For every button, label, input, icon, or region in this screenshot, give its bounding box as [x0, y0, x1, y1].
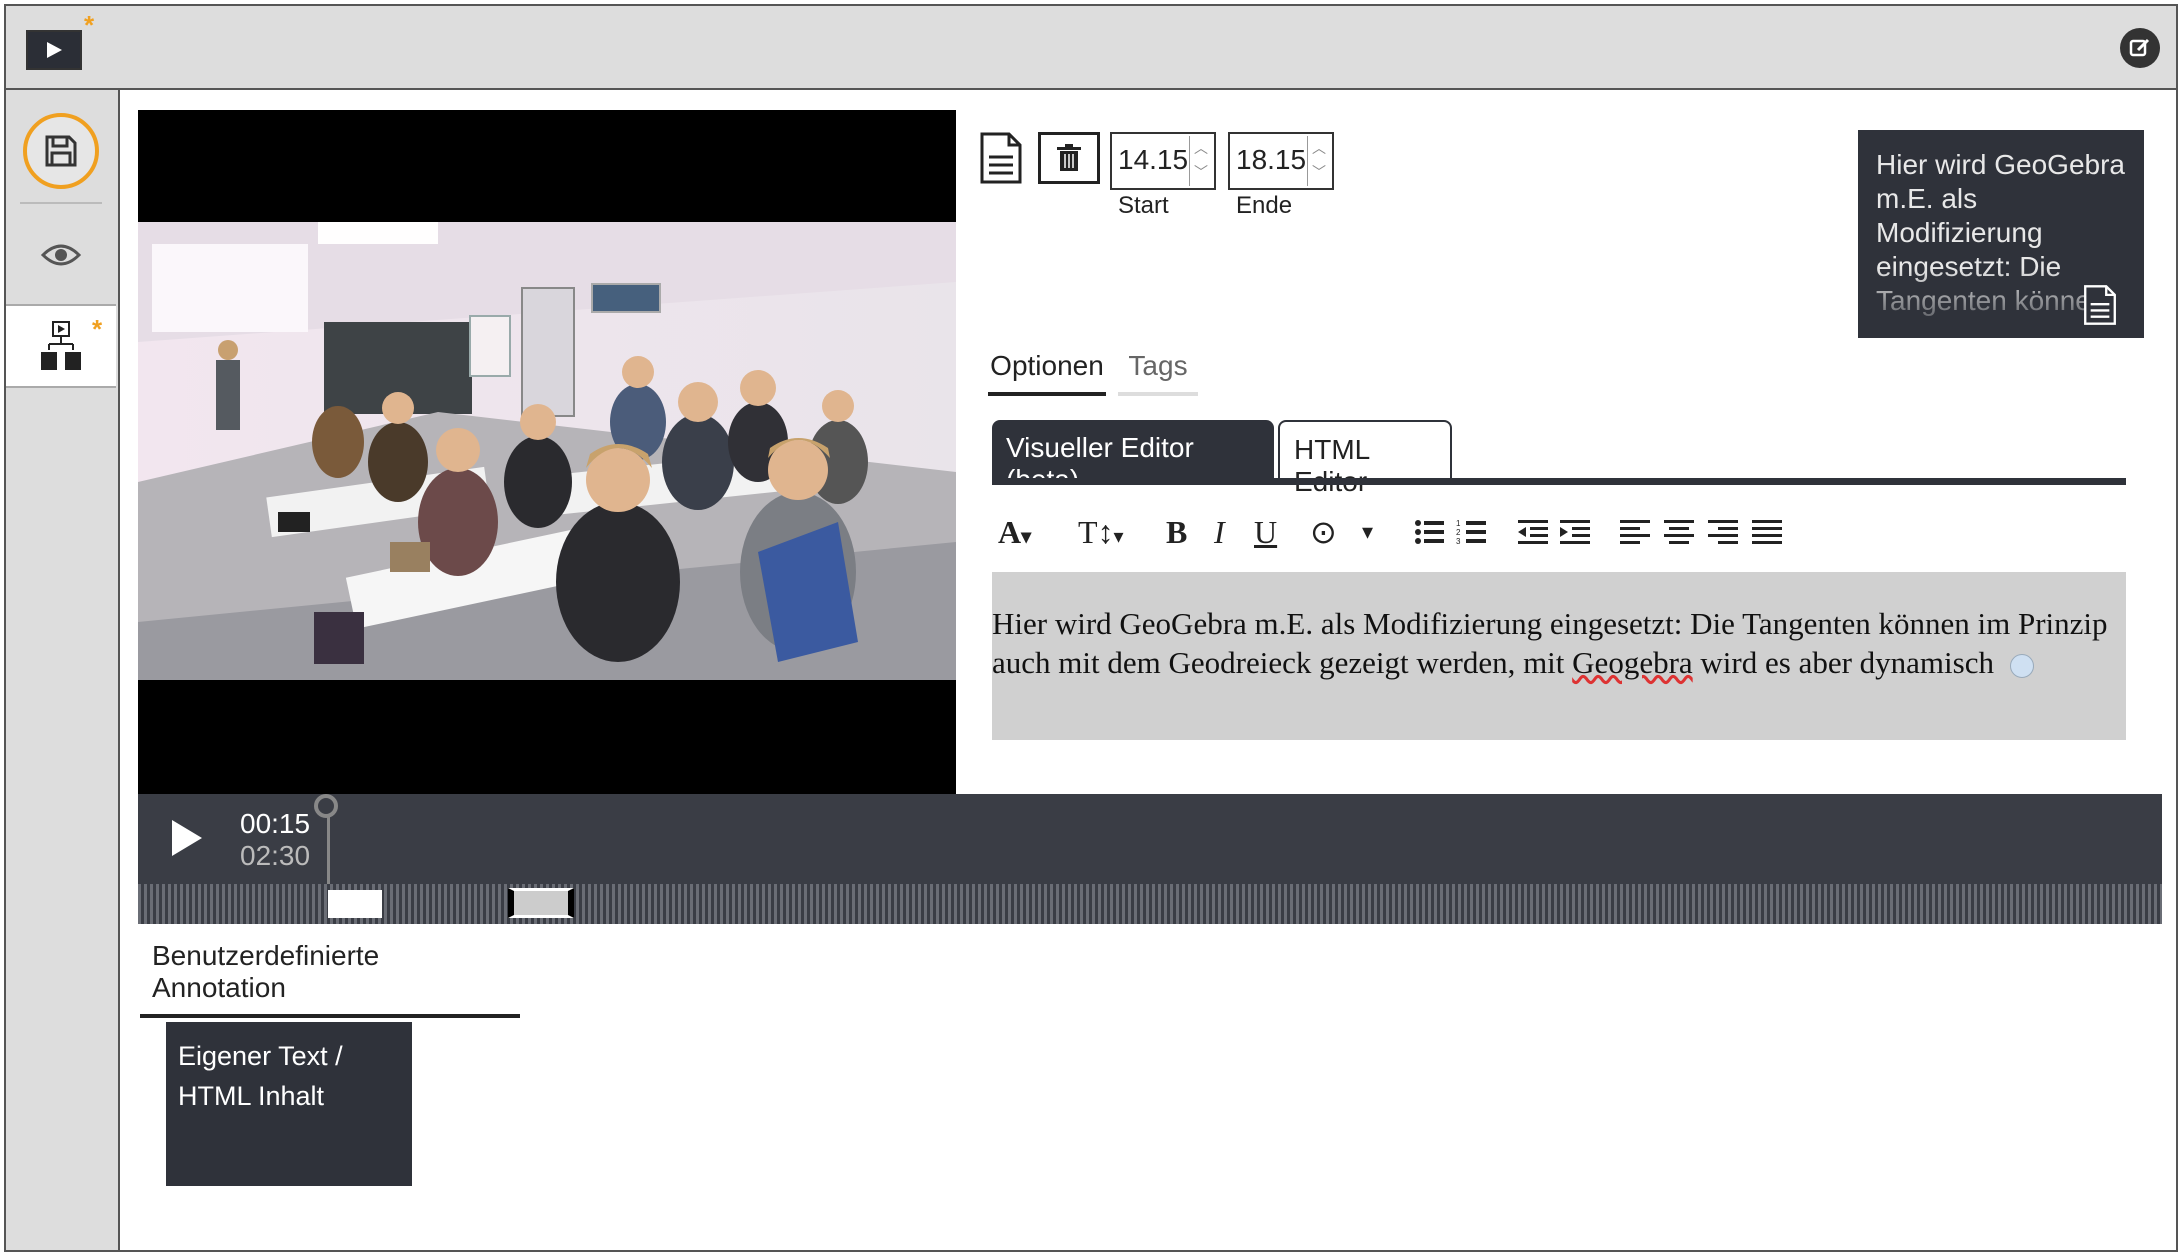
- play-icon[interactable]: [26, 30, 82, 70]
- playhead-handle[interactable]: [314, 794, 338, 818]
- chevron-down-icon: ▾: [1021, 526, 1032, 548]
- color-dropdown-button[interactable]: ▾: [1362, 512, 1373, 552]
- italic-icon: I: [1214, 514, 1225, 550]
- annotation-card-line2: HTML Inhalt: [178, 1081, 325, 1111]
- color-icon: ⊙: [1310, 514, 1337, 550]
- tab-visual-editor-label: Visueller Editor (beta): [1006, 432, 1194, 495]
- font-icon: A: [998, 514, 1022, 550]
- bold-button[interactable]: B: [1166, 512, 1187, 552]
- bullet-list-icon[interactable]: [1414, 518, 1444, 546]
- save-button[interactable]: [23, 113, 99, 189]
- tab-options[interactable]: Optionen: [988, 350, 1106, 396]
- svg-text:1: 1: [1456, 519, 1461, 528]
- edit-icon[interactable]: [2120, 28, 2160, 68]
- note-button[interactable]: [976, 130, 1026, 186]
- timeline-segment[interactable]: [328, 890, 382, 918]
- tab-html-editor[interactable]: HTML Editor: [1278, 420, 1452, 497]
- chevron-down-icon: ▾: [1113, 526, 1124, 548]
- timeline-segment-selected[interactable]: [508, 888, 574, 918]
- floppy-disk-icon: [45, 135, 77, 167]
- total-time: 02:30: [240, 840, 311, 871]
- note-preview-card[interactable]: Hier wird GeoGebra m.E. als Modifizierun…: [1858, 130, 2144, 338]
- bold-icon: B: [1166, 514, 1188, 550]
- classroom-video-frame: [138, 222, 956, 680]
- indent-icon[interactable]: [1560, 518, 1590, 546]
- align-right-icon[interactable]: [1708, 518, 1738, 546]
- player-controls: 00:15 02:30: [138, 794, 2162, 924]
- underline-icon: U: [1254, 514, 1278, 550]
- flow-structure-icon: [41, 321, 81, 370]
- svg-text:3: 3: [1456, 537, 1461, 546]
- app-window: * * 00:15 02:30 14.15 ︿ ﹀ Start 18.15 ︿ …: [4, 4, 2178, 1252]
- custom-html-annotation-button[interactable]: Eigener Text / HTML Inhalt: [166, 1022, 412, 1186]
- current-time: 00:15: [240, 808, 311, 839]
- delete-button[interactable]: [1038, 132, 1100, 184]
- text-size-icon: T↕: [1078, 514, 1114, 550]
- play-icon: [172, 820, 202, 856]
- preview-button[interactable]: [6, 210, 116, 300]
- end-time-spinner[interactable]: ︿ ﹀: [1307, 136, 1330, 186]
- text-size-button[interactable]: T↕▾: [1078, 512, 1124, 557]
- italic-button[interactable]: I: [1214, 512, 1225, 552]
- start-time-value: 14.15: [1118, 144, 1189, 175]
- editor-text-end: wird es aber dynamisch: [1692, 645, 1994, 680]
- sidebar: *: [6, 90, 120, 1250]
- tab-tags-label: Tags: [1128, 350, 1188, 381]
- start-time-spinner[interactable]: ︿ ﹀: [1189, 136, 1212, 186]
- wink-emoji-icon: [2009, 653, 2034, 678]
- trash-icon: [1057, 144, 1081, 171]
- svg-text:2: 2: [1456, 528, 1461, 537]
- unsaved-marker: *: [84, 10, 95, 40]
- chevron-down-icon: ▾: [1362, 519, 1374, 544]
- end-time-input[interactable]: 18.15 ︿ ﹀: [1228, 132, 1334, 190]
- align-justify-icon[interactable]: [1752, 518, 1782, 546]
- eye-icon: [41, 244, 81, 266]
- tab-options-label: Optionen: [990, 350, 1104, 381]
- end-time-value: 18.15: [1236, 144, 1307, 175]
- outdent-icon[interactable]: [1518, 518, 1548, 546]
- divider: [20, 202, 102, 204]
- misspelled-word: Geogebra: [1572, 645, 1693, 680]
- align-center-icon[interactable]: [1664, 518, 1694, 546]
- annotation-section-title: Benutzerdefinierte Annotation: [140, 940, 520, 1018]
- top-bar: *: [6, 6, 2176, 90]
- annotation-section-label: Benutzerdefinierte Annotation: [152, 940, 380, 1003]
- document-icon: [2084, 285, 2116, 325]
- color-button[interactable]: ⊙: [1310, 512, 1337, 552]
- font-button[interactable]: A▾: [998, 512, 1031, 557]
- play-button[interactable]: [166, 816, 206, 860]
- document-icon: [980, 132, 1022, 184]
- underline-button[interactable]: U: [1254, 512, 1277, 552]
- start-time-label: Start: [1118, 192, 1169, 219]
- unsaved-marker: *: [92, 314, 103, 344]
- editor-tab-underline: [992, 478, 2126, 485]
- start-time-input[interactable]: 14.15 ︿ ﹀: [1110, 132, 1216, 190]
- timeline-track[interactable]: [138, 884, 2162, 924]
- tab-visual-editor[interactable]: Visueller Editor (beta): [992, 420, 1274, 495]
- numbered-list-icon[interactable]: 123: [1456, 518, 1486, 546]
- align-left-icon[interactable]: [1620, 518, 1650, 546]
- video-player[interactable]: [138, 110, 956, 794]
- playhead-line: [327, 806, 330, 896]
- end-time-label: Ende: [1236, 192, 1293, 219]
- editor-content[interactable]: Hier wird GeoGebra m.E. als Modifizierun…: [992, 572, 2126, 740]
- tab-tags[interactable]: Tags: [1118, 350, 1198, 396]
- tab-html-editor-label: HTML Editor: [1294, 434, 1370, 497]
- annotation-card-line1: Eigener Text /: [178, 1041, 343, 1071]
